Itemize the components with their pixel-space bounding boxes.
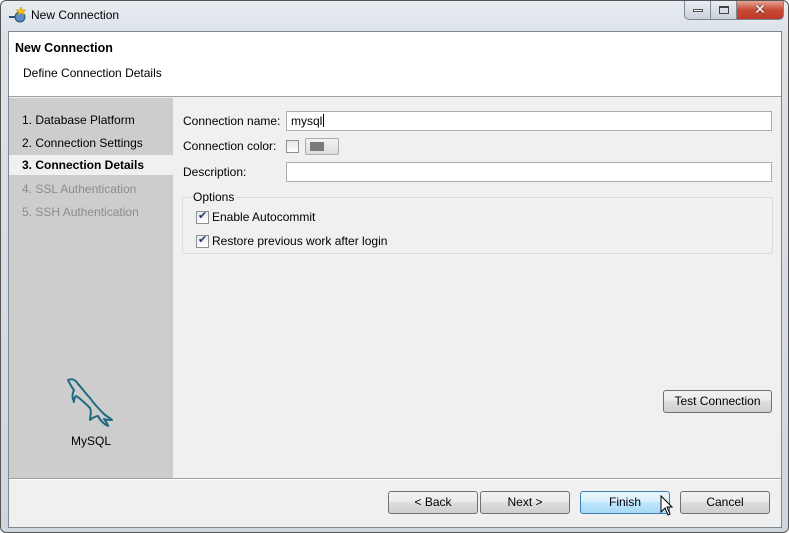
- close-button[interactable]: ✕: [737, 1, 784, 20]
- maximize-icon: [718, 6, 729, 14]
- wizard-header: New Connection Define Connection Details: [9, 32, 781, 97]
- dialog-content: New Connection Define Connection Details…: [8, 31, 782, 528]
- maximize-button[interactable]: [711, 1, 737, 20]
- connection-name-value: mysql: [291, 114, 323, 128]
- minimize-icon: [692, 8, 703, 12]
- close-icon: ✕: [754, 2, 766, 18]
- wizard-steps: 1. Database Platform 2. Connection Setti…: [9, 98, 173, 478]
- page-title: New Connection: [15, 41, 113, 55]
- back-button[interactable]: < Back: [388, 491, 478, 514]
- new-connection-icon: [9, 7, 27, 23]
- minimize-button[interactable]: [684, 1, 711, 20]
- connection-color-button[interactable]: [305, 138, 339, 155]
- page-subtitle: Define Connection Details: [23, 66, 162, 80]
- step-connection-details[interactable]: 3. Connection Details: [9, 155, 173, 175]
- enable-autocommit-label[interactable]: Enable Autocommit: [212, 210, 315, 224]
- next-button[interactable]: Next >: [480, 491, 570, 514]
- checkmark-icon: ✔: [198, 233, 208, 246]
- window-title: New Connection: [31, 8, 120, 22]
- connection-details-form: Connection name: mysql Connection color:…: [173, 98, 781, 478]
- finish-button[interactable]: Finish: [580, 491, 670, 514]
- step-connection-settings[interactable]: 2. Connection Settings: [9, 133, 173, 153]
- restore-previous-work-checkbox[interactable]: ✔: [196, 233, 209, 248]
- color-swatch: [310, 142, 324, 151]
- description-input[interactable]: [286, 162, 772, 182]
- test-connection-button[interactable]: Test Connection: [663, 390, 772, 413]
- step-ssh-authentication: 5. SSH Authentication: [22, 205, 139, 219]
- description-label: Description:: [183, 165, 247, 179]
- step-database-platform[interactable]: 1. Database Platform: [9, 110, 173, 130]
- connection-name-label: Connection name:: [183, 114, 281, 128]
- step-ssl-authentication: 4. SSL Authentication: [22, 182, 137, 196]
- enable-autocommit-checkbox[interactable]: ✔: [196, 209, 209, 224]
- platform-name: MySQL: [70, 434, 111, 448]
- new-connection-dialog: New Connection ✕ New Connection Define C…: [0, 0, 789, 533]
- connection-name-input[interactable]: mysql: [286, 111, 772, 131]
- mouse-cursor-icon: [660, 495, 674, 516]
- connection-color-checkbox[interactable]: [286, 140, 299, 153]
- connection-color-label: Connection color:: [183, 139, 277, 153]
- text-caret: [323, 114, 325, 127]
- title-bar: New Connection ✕: [1, 1, 788, 31]
- mysql-dolphin-icon: [67, 378, 113, 427]
- options-legend: Options: [191, 190, 237, 204]
- checkmark-icon: ✔: [198, 209, 208, 222]
- restore-previous-work-label[interactable]: Restore previous work after login: [212, 234, 387, 248]
- footer-divider: [9, 478, 781, 480]
- cancel-button[interactable]: Cancel: [680, 491, 770, 514]
- window-controls: ✕: [684, 1, 784, 21]
